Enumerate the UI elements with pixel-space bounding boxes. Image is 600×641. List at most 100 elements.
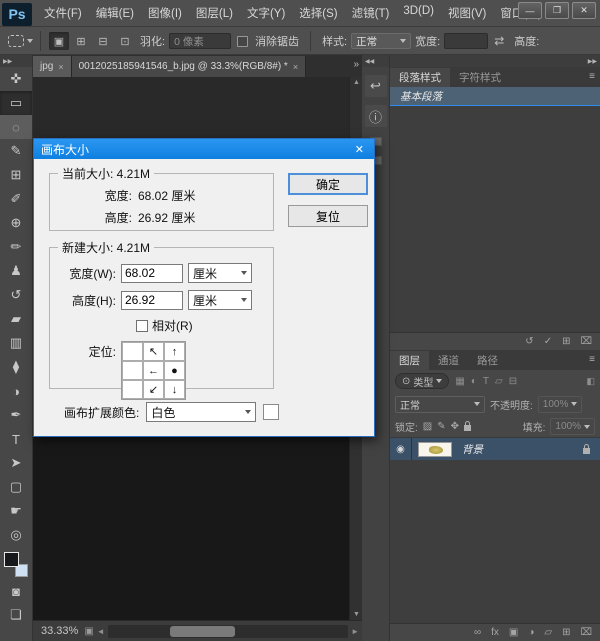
filter-pixel-layers-icon[interactable]: ▦ [455,376,464,387]
feather-input[interactable]: 0 像素 [169,33,231,49]
style-width-input[interactable] [444,33,488,49]
menu-filter[interactable]: 滤镜(T) [352,5,390,21]
filter-type-layers-icon[interactable]: T [483,376,489,387]
blend-mode-select[interactable]: 正常 [395,396,485,413]
rectangular-marquee-tool[interactable]: ▭ [0,91,32,115]
tab-paragraph-styles[interactable]: 段落样式 [390,68,450,87]
move-tool[interactable]: ✜ [0,67,32,91]
anchor-cell[interactable]: ← [143,361,164,380]
anchor-cell-selected[interactable]: ● [164,361,185,380]
filter-toggle-icon[interactable]: ◧ [586,376,595,387]
new-selection-mode-icon[interactable]: ▣ [49,32,69,50]
document-tab-inactive[interactable]: jpg × [33,56,72,77]
fill-select[interactable]: 100% [550,418,595,435]
menu-file[interactable]: 文件(F) [44,5,82,21]
menu-view[interactable]: 视图(V) [448,5,486,21]
apply-style-icon[interactable]: ✓ [544,336,552,347]
layer-thumbnail[interactable] [418,442,452,457]
delete-style-icon[interactable]: ⌧ [580,336,592,347]
lock-transparency-icon[interactable]: ▨ [423,421,432,432]
menu-select[interactable]: 选择(S) [299,5,337,21]
screen-mode-button[interactable]: ❏ [0,603,32,627]
anchor-cell[interactable] [122,342,143,361]
tab-overflow-button[interactable]: » [353,59,359,70]
eraser-tool[interactable]: ▰ [0,307,32,331]
layer-filter-type-select[interactable]: ⊙ 类型 [395,373,449,389]
panel-menu-icon[interactable]: ≡ [589,71,595,82]
foreground-color-swatch[interactable] [4,552,19,567]
brush-tool[interactable]: ✏ [0,235,32,259]
anchor-cell[interactable]: ↙ [143,380,164,399]
zoom-tool[interactable]: ◎ [0,523,32,547]
collapse-tools-button[interactable]: ▶▶ [0,55,32,67]
paragraph-style-item[interactable]: 基本段落 [390,87,600,106]
tool-preset-picker[interactable] [8,35,33,47]
hand-tool[interactable]: ☛ [0,499,32,523]
delete-layer-icon[interactable]: ⌧ [580,627,592,638]
style-select[interactable]: 正常 [351,33,411,49]
intersect-selection-mode-icon[interactable]: ⊡ [115,32,135,50]
reset-button[interactable]: 复位 [288,205,368,227]
lock-pixels-icon[interactable]: ✎ [437,421,445,432]
menu-type[interactable]: 文字(Y) [247,5,285,21]
dialog-title-bar[interactable]: 画布大小 ✕ [34,139,374,159]
expand-panels-button[interactable]: ◀◀ [362,55,389,67]
scroll-up-icon[interactable]: ▲ [350,79,363,86]
lock-all-icon[interactable] [464,425,471,431]
anchor-cell[interactable] [122,380,143,399]
clone-stamp-tool[interactable]: ♟ [0,259,32,283]
scroll-left-icon[interactable]: ◄ [97,627,105,636]
menu-image[interactable]: 图像(I) [148,5,182,21]
anchor-cell[interactable]: ↓ [164,380,185,399]
history-panel-icon[interactable]: ↩ [365,75,387,97]
tab-paths[interactable]: 路径 [468,351,507,370]
minimize-button[interactable]: — [518,2,542,19]
add-selection-mode-icon[interactable]: ⊞ [71,32,91,50]
eyedropper-tool[interactable]: ✐ [0,187,32,211]
clear-override-icon[interactable]: ↺ [525,336,533,347]
menu-layer[interactable]: 图层(L) [196,5,233,21]
filter-shape-layers-icon[interactable]: ▱ [495,376,503,387]
anchor-cell[interactable]: ↖ [143,342,164,361]
scroll-down-icon[interactable]: ▼ [350,611,363,618]
scroll-right-icon[interactable]: ► [351,627,359,636]
link-layers-icon[interactable]: ∞ [474,627,481,638]
relative-checkbox[interactable] [136,320,148,332]
document-status-icon[interactable]: ▣ [84,626,93,637]
extension-color-swatch[interactable] [263,404,279,420]
info-panel-icon[interactable]: ⓘ [365,105,387,127]
layer-row-background[interactable]: ◉ 背景 [390,438,600,460]
filter-adjustment-layers-icon[interactable]: ◐ [471,376,477,387]
crop-tool[interactable]: ⊞ [0,163,32,187]
zoom-level[interactable]: 33.33% [41,625,78,637]
dialog-close-icon[interactable]: ✕ [352,143,367,156]
lock-position-icon[interactable]: ✥ [451,421,459,432]
anchor-cell[interactable]: ↑ [164,342,185,361]
adjustment-layer-icon[interactable]: ◑ [528,627,534,638]
height-unit-select[interactable]: 厘米 [188,290,252,310]
new-width-input[interactable] [121,264,183,283]
path-selection-tool[interactable]: ➤ [0,451,32,475]
new-group-icon[interactable]: ▱ [544,627,552,638]
antialias-checkbox[interactable] [237,36,248,47]
quick-mask-button[interactable]: ◙ [0,579,32,603]
filter-smart-objects-icon[interactable]: ⊟ [509,376,517,387]
new-layer-icon[interactable]: ⊞ [562,627,570,638]
opacity-select[interactable]: 100% [538,396,583,413]
new-height-input[interactable] [121,291,183,310]
gradient-tool[interactable]: ▥ [0,331,32,355]
width-unit-select[interactable]: 厘米 [188,263,252,283]
pen-tool[interactable]: ✒ [0,403,32,427]
spot-healing-brush-tool[interactable]: ⊕ [0,211,32,235]
layer-style-icon[interactable]: fx [491,627,499,638]
tab-layers[interactable]: 图层 [390,351,429,370]
document-tab-active[interactable]: 0012025185941546_b.jpg @ 33.3%(RGB/8#) *… [72,56,306,77]
tab-channels[interactable]: 通道 [429,351,468,370]
new-style-icon[interactable]: ⊞ [562,336,570,347]
ok-button[interactable]: 确定 [288,173,368,195]
blur-tool[interactable]: ⧫ [0,355,32,379]
panel-menu-icon[interactable]: ≡ [589,354,595,365]
extension-color-select[interactable]: 白色 [146,402,256,422]
tab-character-styles[interactable]: 字符样式 [450,68,510,87]
menu-3d[interactable]: 3D(D) [403,5,434,21]
